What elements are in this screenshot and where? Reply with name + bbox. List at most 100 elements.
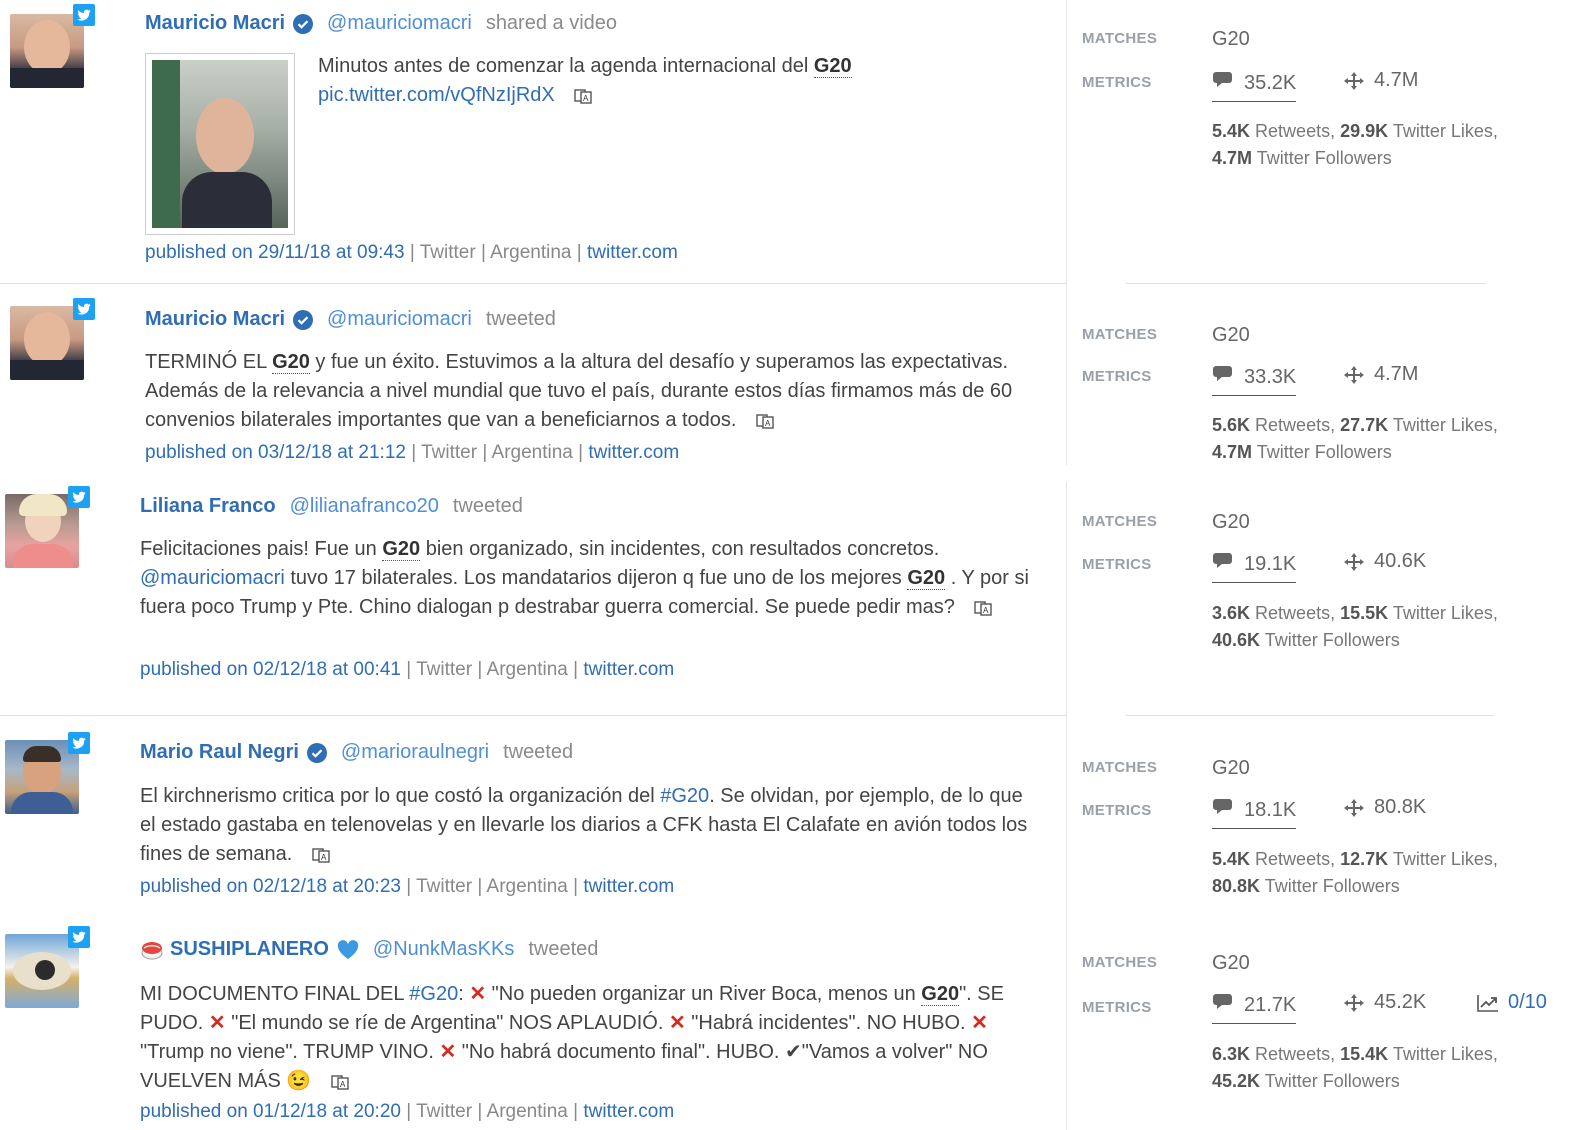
metrics-label: METRICS [1082,999,1152,1016]
country-label: Argentina [491,442,573,463]
matches-label: MATCHES [1082,30,1158,47]
wink-emoji-icon: 😉 [286,1070,312,1092]
post-action: tweeted [452,495,523,517]
published-link[interactable]: published on 01/12/18 at 20:20 [140,1101,401,1122]
author-handle[interactable]: @lilianafranco20 [290,495,439,518]
domain-link[interactable]: twitter.com [583,659,674,680]
reach-metric[interactable]: 45.2K [1342,991,1426,1014]
column-divider [1066,482,1067,1130]
author-name[interactable]: Mauricio Macri [145,308,285,331]
translate-icon[interactable]: A [756,413,774,429]
author-name[interactable]: Mario Raul Negri [140,741,299,764]
x-mark-icon: ✕ [439,1041,457,1063]
author-handle[interactable]: @mauriciomacri [327,308,472,331]
domain-link[interactable]: twitter.com [587,242,678,263]
matches-label: MATCHES [1082,513,1158,530]
domain-link[interactable]: twitter.com [583,1101,674,1122]
source-label: Twitter [421,442,478,463]
keyword-highlight: G20 [382,538,421,561]
match-value: G20 [1212,952,1250,974]
country-label: Argentina [486,1101,568,1122]
metric-breakdown: 5.4K Retweets, 29.9K Twitter Likes, 4.7M … [1212,121,1498,168]
matches-label: MATCHES [1082,954,1158,971]
engagement-icon [1213,799,1232,814]
mention-link[interactable]: @mauriciomacri [140,567,285,589]
reach-metric[interactable]: 4.7M [1342,69,1418,92]
metrics-label: METRICS [1082,556,1152,573]
post-text: El kirchnerismo critica por lo que costó… [140,785,1028,865]
card-divider [1126,715,1494,716]
post-link[interactable]: pic.twitter.com/vQfNzIjRdX [318,84,555,106]
post-meta: published on 03/12/18 at 21:12 | Twitter… [145,442,680,463]
blue-heart-icon [337,939,359,959]
metrics-label: METRICS [1082,368,1152,385]
published-link[interactable]: published on 02/12/18 at 00:41 [140,659,401,680]
column-divider [1066,0,1067,465]
translate-icon[interactable]: A [574,88,592,104]
keyword-highlight: G20 [921,983,960,1006]
post-meta: published on 02/12/18 at 00:41 | Twitter… [140,659,675,680]
post-text: MI DOCUMENTO FINAL DEL #G20: ✕ "No puede… [140,983,1004,1092]
post-action: tweeted [528,938,599,960]
metric-breakdown: 3.6K Retweets, 15.5K Twitter Likes, 40.6K… [1212,603,1498,650]
matches-label: MATCHES [1082,759,1158,776]
translate-icon[interactable]: A [331,1074,349,1090]
card-divider [0,283,1066,284]
metric-breakdown: 5.4K Retweets, 12.7K Twitter Likes, 80.8K… [1212,849,1498,896]
keyword-highlight: G20 [907,567,946,590]
matches-label: MATCHES [1082,326,1158,343]
translate-icon[interactable]: A [312,847,330,863]
svg-text:A: A [340,1080,346,1089]
engagement-metric[interactable]: 19.1K [1212,550,1297,583]
reach-icon [1344,993,1364,1012]
match-value: G20 [1212,28,1250,50]
translate-icon[interactable]: A [974,600,993,616]
metric-breakdown: 6.3K Retweets, 15.4K Twitter Likes, 45.2K… [1212,1044,1498,1091]
engagement-icon [1213,994,1232,1009]
twitter-icon [73,298,95,320]
author-name[interactable]: Mauricio Macri [145,12,285,35]
post-text: Felicitaciones pais! Fue un G20 bien org… [140,538,1029,618]
trend-metric[interactable]: 0/10 [1476,991,1547,1014]
post-action: tweeted [503,741,574,763]
sushi-icon [141,941,163,959]
twitter-icon [68,486,90,508]
reach-metric[interactable]: 80.8K [1342,796,1426,819]
match-value: G20 [1212,511,1250,533]
author-handle[interactable]: @mauriciomacri [327,12,472,35]
published-link[interactable]: published on 02/12/18 at 20:23 [140,876,401,897]
engagement-metric[interactable]: 35.2K [1212,69,1297,102]
keyword-highlight: G20 [272,351,310,374]
engagement-metric[interactable]: 18.1K [1212,796,1297,829]
domain-link[interactable]: twitter.com [583,876,674,897]
source-label: Twitter [419,242,476,263]
published-link[interactable]: published on 03/12/18 at 21:12 [145,442,406,463]
svg-text:A: A [983,606,989,615]
domain-link[interactable]: twitter.com [588,442,679,463]
country-label: Argentina [490,242,572,263]
trending-up-icon [1477,994,1498,1012]
reach-metric[interactable]: 40.6K [1342,550,1426,573]
match-value: G20 [1212,757,1250,779]
video-thumbnail[interactable] [145,53,295,235]
author-name[interactable]: SUSHIPLANERO [170,938,329,961]
post-text: TERMINÓ EL G20 y fue un éxito. Estuvimos… [145,351,1013,431]
match-value: G20 [1212,324,1250,346]
reach-icon [1344,552,1364,571]
svg-text:A: A [583,94,589,103]
hashtag-link[interactable]: #G20 [409,983,458,1005]
post-action: shared a video [485,12,618,34]
published-link[interactable]: published on 29/11/18 at 09:43 [145,242,405,263]
engagement-metric[interactable]: 21.7K [1212,991,1297,1024]
keyword-highlight: G20 [813,55,852,78]
reach-metric[interactable]: 4.7M [1342,363,1418,386]
post-meta: published on 01/12/18 at 20:20 | Twitter… [140,1101,675,1122]
post-meta: published on 02/12/18 at 20:23 | Twitter… [140,876,675,897]
engagement-metric[interactable]: 33.3K [1212,363,1297,396]
author-name[interactable]: Liliana Franco [140,495,276,518]
card-divider [1126,283,1486,284]
author-handle[interactable]: @marioraulnegri [341,741,489,764]
x-mark-icon: ✕ [469,983,487,1005]
hashtag-link[interactable]: #G20 [660,785,709,807]
author-handle[interactable]: @NunkMasKKs [373,938,514,961]
